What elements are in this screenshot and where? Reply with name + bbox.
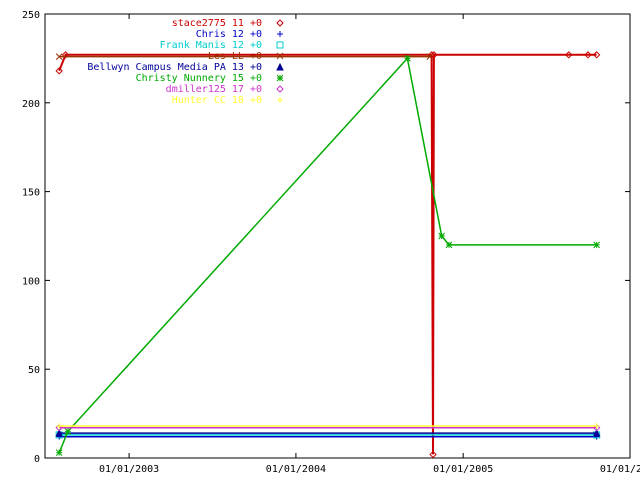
- legend-label: Les LL +0: [208, 51, 262, 62]
- data-point: [404, 55, 411, 62]
- legend-label: stace2775 11 +0: [172, 18, 262, 29]
- data-point: [64, 428, 72, 435]
- y-tick-label: 150: [22, 188, 40, 199]
- y-tick-label: 200: [22, 99, 40, 110]
- y-tick-label: 100: [22, 276, 40, 287]
- x-tick-label: 01/01/2004: [266, 464, 326, 475]
- x-tick-label: 01/01/2005: [433, 464, 493, 475]
- chart: 0 50 100 150 200 250 01/01/2003 01/01/2004 01/0…: [22, 10, 640, 475]
- legend-item: Bellwyn Campus Media PA 13 +0: [87, 62, 284, 73]
- legend-marker: [276, 74, 284, 82]
- x-tick-label: 01/01/2006: [600, 464, 640, 475]
- y-tick-label: 250: [22, 10, 40, 21]
- legend-label: Bellwyn Campus Media PA 13 +0: [87, 62, 262, 73]
- y-tick-label: 50: [28, 365, 40, 376]
- x-tick-label: 01/01/2003: [99, 464, 159, 475]
- legend-label: Chris 12 +0: [196, 29, 262, 40]
- data-point: [438, 232, 446, 240]
- y-tick-label: 0: [34, 454, 40, 465]
- legend-label: Hunter CC 18 +0: [172, 95, 262, 106]
- legend-label: Christy Nunnery 15 +0: [136, 73, 262, 84]
- data-point: [445, 241, 453, 249]
- legend-item: Christy Nunnery 15 +0: [136, 73, 284, 84]
- plot-area: [44, 13, 631, 459]
- data-point: [55, 449, 63, 457]
- legend-label: Frank Manis 12 +0: [160, 40, 262, 51]
- legend-label: dmiller125 17 +0: [166, 84, 262, 95]
- data-point: [593, 241, 600, 249]
